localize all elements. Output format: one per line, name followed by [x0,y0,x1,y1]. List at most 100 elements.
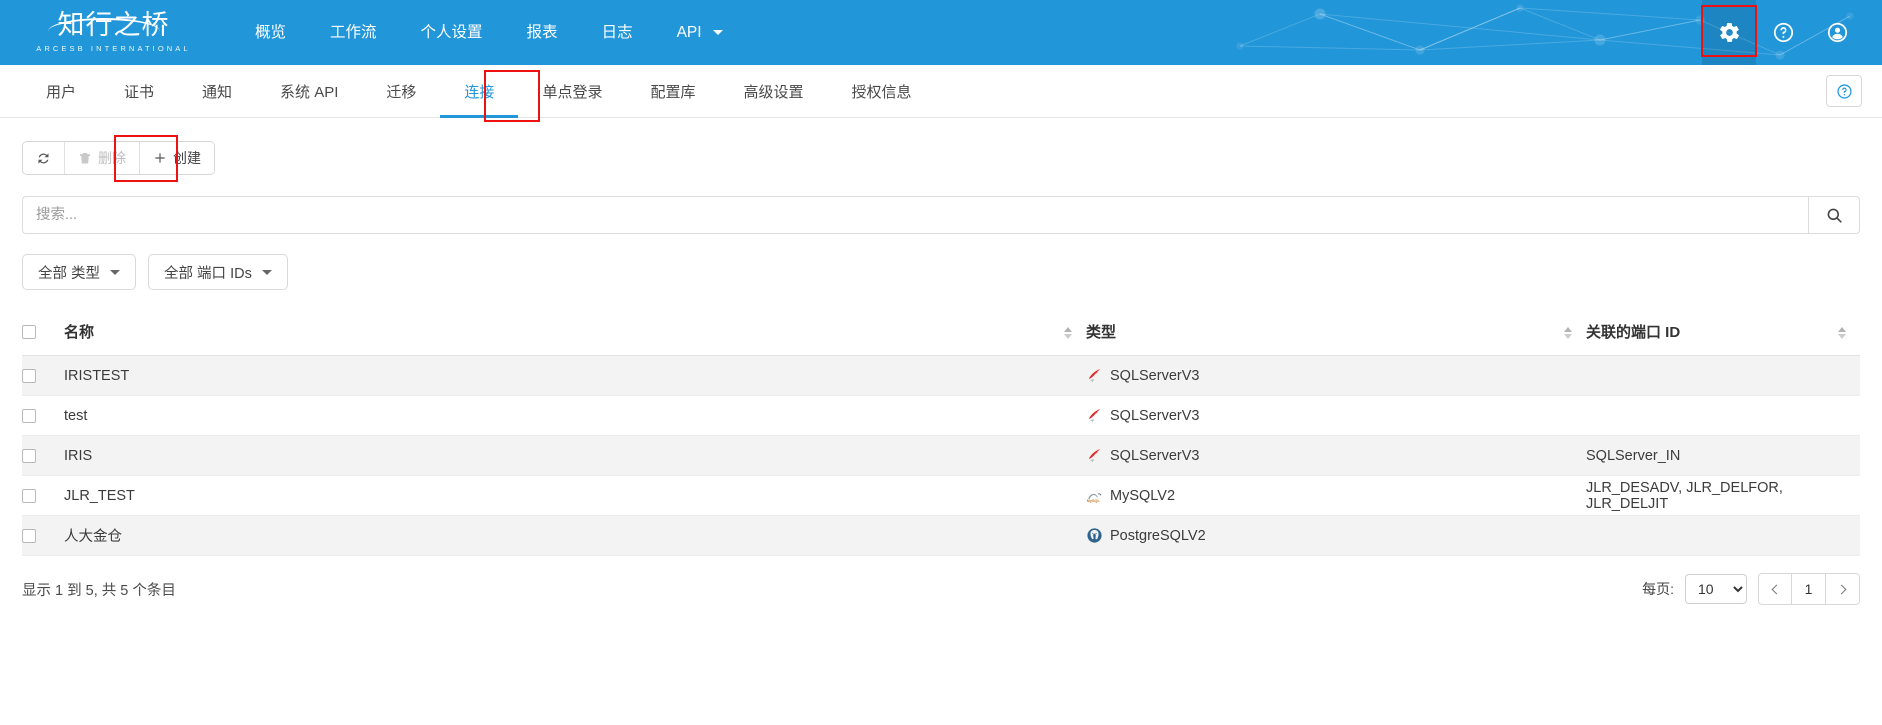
chevron-down-icon [110,269,121,275]
tab-notifications[interactable]: 通知 [178,65,256,117]
tab-system-api-label: 系统 API [280,83,339,101]
sqlserver-icon [1088,369,1101,383]
filter-port-ids[interactable]: 全部 端口 IDs [148,254,288,290]
nav-reports[interactable]: 报表 [505,0,580,65]
filter-row: 全部 类型 全部 端口 IDs [22,254,1860,290]
row-checkbox[interactable] [22,448,36,463]
nav-workflow[interactable]: 工作流 [308,0,399,65]
row-select-cell [22,355,64,396]
row-checkbox[interactable] [22,368,36,383]
column-header-type-label: 类型 [1086,324,1117,341]
search-input[interactable] [22,196,1808,234]
nav-api[interactable]: API [655,0,745,65]
tab-connections-label: 连接 [464,83,495,101]
delete-button[interactable]: 删除 [65,142,140,174]
column-header-name[interactable]: 名称 [64,311,1086,356]
table-row[interactable]: IRISTEST SQLServerV3 [22,355,1860,396]
row-select-cell [22,435,64,476]
toolbar-button-group: 删除 创建 [22,141,215,175]
gear-icon [1719,23,1739,42]
delete-button-label: 删除 [98,150,126,166]
page-content: 删除 创建 全部 类型 全部 端口 IDs [0,135,1882,605]
nav-personal-settings[interactable]: 个人设置 [399,0,505,65]
connection-type-label: SQLServerV3 [1110,367,1200,384]
help-circle-icon [1773,22,1793,43]
filter-type-label: 全部 类型 [38,265,101,282]
create-button[interactable]: 创建 [140,142,214,174]
sqlserver-icon-wrapper [1086,447,1103,464]
table-row[interactable]: IRIS SQLServerV3 SQLServer_IN [22,435,1860,476]
tab-sso[interactable]: 单点登录 [518,65,626,117]
search-submit-button[interactable] [1808,196,1860,234]
tab-users[interactable]: 用户 [22,65,100,117]
row-checkbox[interactable] [22,528,36,543]
nav-logs[interactable]: 日志 [580,0,655,65]
settings-tab-bar: 用户 证书 通知 系统 API 迁移 连接 单点登录 配置库 高级设置 授权信息 [0,65,1882,122]
row-checkbox[interactable] [22,408,36,423]
tab-license[interactable]: 授权信息 [827,65,935,117]
refresh-button[interactable] [23,142,65,174]
filter-port-ids-label: 全部 端口 IDs [164,265,252,282]
user-account-button[interactable] [1810,0,1864,65]
row-checkbox[interactable] [22,488,36,503]
nav-logs-label: 日志 [601,24,633,41]
search-icon [1827,208,1842,223]
nav-api-label: API [676,24,702,41]
user-circle-icon [1827,22,1847,43]
row-select-cell [22,395,64,436]
help-button[interactable] [1756,0,1810,65]
table-header-row: 名称 类型 关联的端口 ID [22,311,1860,356]
table-row[interactable]: test SQLServerV3 [22,395,1860,436]
logo-english-text: ARCESB INTERNATIONAL [36,44,191,53]
top-header-bar: 知行之桥 ARCESB INTERNATIONAL 概览 工作流 个人设置 报表… [0,0,1882,65]
tab-config-repo[interactable]: 配置库 [626,65,719,117]
tab-migration[interactable]: 迁移 [362,65,440,117]
header-actions [1702,0,1882,65]
plus-icon [155,153,165,163]
svg-text:MySQL: MySQL [1087,499,1101,503]
table-header: 名称 类型 关联的端口 ID [22,311,1860,356]
trash-icon [80,153,90,164]
connection-type-label: MySQLV2 [1110,487,1176,504]
cell-associated-port-ids [1586,515,1860,556]
tab-connections[interactable]: 连接 [440,65,519,118]
per-page-label: 每页: [1642,581,1674,597]
page-1-button[interactable]: 1 [1792,573,1826,605]
column-header-ports-label: 关联的端口 ID [1586,324,1681,341]
tab-config-repo-label: 配置库 [650,83,696,101]
app-logo[interactable]: 知行之桥 ARCESB INTERNATIONAL [0,12,205,53]
postgresql-icon-wrapper [1086,527,1103,544]
sort-indicator [1064,327,1072,339]
cell-associated-port-ids: SQLServer_IN [1586,435,1860,476]
nav-reports-label: 报表 [526,24,558,41]
settings-gear-button[interactable] [1702,0,1756,65]
mysql-icon-wrapper: MySQL [1086,487,1103,504]
tab-advanced[interactable]: 高级设置 [719,65,827,117]
per-page-select[interactable]: 102550100 [1685,574,1747,604]
nav-overview[interactable]: 概览 [233,0,308,65]
table-footer: 显示 1 到 5, 共 5 个条目 每页: 102550100 1 [22,573,1860,605]
table-body: IRISTEST SQLServerV3 test SQLServerV3 IRIS SQ… [22,355,1860,556]
tab-license-label: 授权信息 [851,83,912,101]
filter-type[interactable]: 全部 类型 [22,254,137,290]
select-all-checkbox[interactable] [22,325,36,340]
tab-certificates[interactable]: 证书 [100,65,178,117]
nav-overview-label: 概览 [255,24,287,41]
next-page-button[interactable] [1826,573,1860,605]
cell-associated-port-ids [1586,355,1860,396]
column-header-type[interactable]: 类型 [1086,311,1586,356]
chevron-down-icon [712,30,723,36]
column-header-ports[interactable]: 关联的端口 ID [1586,311,1860,356]
primary-navigation: 概览 工作流 个人设置 报表 日志 API [233,0,745,65]
table-row[interactable]: 人大金仓 PostgreSQLV2 [22,515,1860,556]
page-help-button[interactable] [1826,75,1862,107]
cell-connection-type: MySQL MySQLV2 [1086,475,1586,516]
nav-personal-settings-label: 个人设置 [420,24,483,41]
sqlserver-icon [1088,449,1101,463]
table-row[interactable]: JLR_TEST MySQL MySQLV2 JLR_DESADV, JLR_DELF… [22,475,1860,516]
prev-page-button[interactable] [1758,573,1792,605]
nav-workflow-label: 工作流 [330,24,377,41]
tab-system-api[interactable]: 系统 API [256,65,362,117]
mysql-icon: MySQL [1087,493,1102,503]
row-select-cell [22,475,64,516]
